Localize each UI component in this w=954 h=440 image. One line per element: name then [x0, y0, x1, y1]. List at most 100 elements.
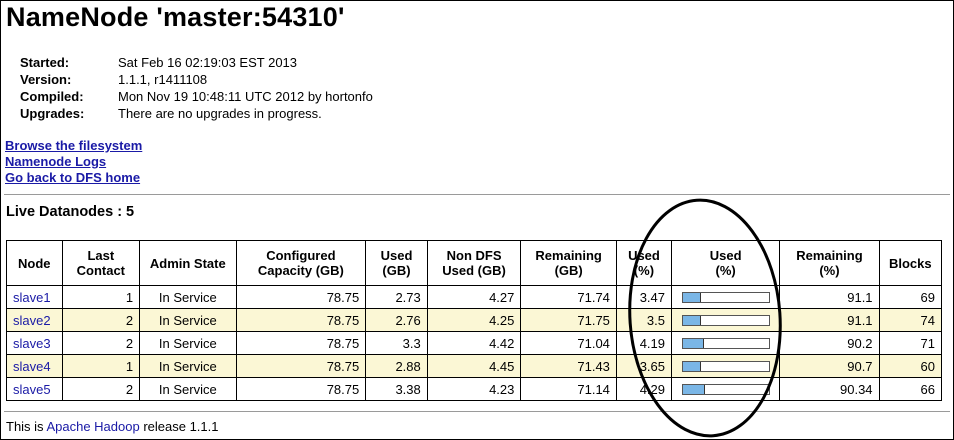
blocks-cell: 74: [878, 308, 943, 332]
browse-filesystem-link[interactable]: Browse the filesystem: [5, 138, 142, 154]
header-used-pct-bar: Used (%): [670, 240, 781, 286]
blocks-cell: 66: [878, 377, 943, 401]
header-admin-state: Admin State: [139, 240, 237, 286]
blocks-cell: 69: [878, 285, 943, 309]
remaining-pct-cell: 91.1: [779, 285, 880, 309]
used-pct-cell: 3.47: [615, 285, 673, 309]
capacity-cell: 78.75: [235, 377, 367, 401]
info-row-upgrades: Upgrades: There are no upgrades in progr…: [20, 105, 373, 122]
node-cell: slave1: [6, 285, 63, 309]
header-text: (%): [715, 263, 736, 278]
used-gb-cell: 3.3: [365, 331, 428, 355]
info-row-version: Version: 1.1.1, r1411108: [20, 71, 373, 88]
header-text: Last: [87, 248, 115, 263]
table-row: slave1 1 In Service 78.75 2.73 4.27 71.74 3.47 9…: [6, 285, 943, 309]
usage-bar: [681, 360, 770, 372]
header-remaining-pct: Remaining (%): [779, 240, 880, 286]
used-pct-bar-cell: [670, 377, 781, 401]
namenode-logs-link[interactable]: Namenode Logs: [5, 154, 142, 170]
header-text: Used: [628, 248, 660, 263]
used-pct-bar-cell: [670, 285, 781, 309]
remaining-gb-cell: 71.04: [520, 331, 617, 355]
usage-bar: [681, 383, 770, 395]
capacity-cell: 78.75: [235, 331, 367, 355]
remaining-gb-cell: 71.14: [520, 377, 617, 401]
usage-bar-fill: [682, 361, 702, 371]
live-datanodes-heading: Live Datanodes : 5: [6, 204, 135, 220]
node-cell: slave3: [6, 331, 63, 355]
capacity-cell: 78.75: [235, 285, 367, 309]
used-gb-cell: 3.38: [365, 377, 428, 401]
used-pct-bar-cell: [670, 354, 781, 378]
info-value: 1.1.1, r1411108: [118, 72, 208, 87]
non-dfs-cell: 4.42: [426, 331, 522, 355]
datanode-link[interactable]: slave1: [13, 290, 51, 305]
header-text: (%): [819, 263, 840, 278]
capacity-cell: 78.75: [235, 354, 367, 378]
last-contact-cell: 2: [61, 331, 141, 355]
last-contact-cell: 2: [61, 308, 141, 332]
divider: [4, 194, 950, 195]
header-used-pct: Used (%): [615, 240, 673, 286]
info-label: Compiled:: [20, 89, 84, 104]
used-pct-cell: 3.65: [615, 354, 673, 378]
usage-bar-fill: [682, 315, 701, 325]
info-value: There are no upgrades in progress.: [118, 106, 322, 121]
node-cell: slave5: [6, 377, 63, 401]
header-configured-capacity: Configured Capacity (GB): [235, 240, 367, 286]
header-last-contact: Last Contact: [61, 240, 141, 286]
used-pct-cell: 4.29: [615, 377, 673, 401]
non-dfs-cell: 4.45: [426, 354, 522, 378]
cluster-info: Started: Sat Feb 16 02:19:03 EST 2013 Ve…: [20, 54, 373, 122]
header-text: Remaining: [796, 248, 863, 263]
datanode-link[interactable]: slave2: [13, 313, 51, 328]
header-text: Configured: [266, 248, 336, 263]
usage-bar-fill: [682, 384, 705, 394]
divider: [4, 411, 950, 412]
table-body: slave1 1 In Service 78.75 2.73 4.27 71.74 3.47 9…: [6, 285, 943, 401]
last-contact-cell: 2: [61, 377, 141, 401]
admin-state-cell: In Service: [139, 377, 237, 401]
used-gb-cell: 2.73: [365, 285, 428, 309]
node-cell: slave2: [6, 308, 63, 332]
non-dfs-cell: 4.23: [426, 377, 522, 401]
remaining-gb-cell: 71.43: [520, 354, 617, 378]
footer-suffix: release 1.1.1: [139, 419, 219, 434]
datanode-link[interactable]: slave4: [13, 359, 51, 374]
admin-state-cell: In Service: [139, 308, 237, 332]
nav-links: Browse the filesystem Namenode Logs Go b…: [5, 138, 142, 186]
usage-bar: [681, 337, 770, 349]
admin-state-cell: In Service: [139, 285, 237, 309]
dfs-home-link[interactable]: Go back to DFS home: [5, 170, 142, 186]
remaining-pct-cell: 90.34: [779, 377, 880, 401]
used-pct-bar-cell: [670, 308, 781, 332]
non-dfs-cell: 4.25: [426, 308, 522, 332]
used-pct-bar-cell: [670, 331, 781, 355]
header-remaining-gb: Remaining (GB): [520, 240, 617, 286]
usage-bar-fill: [682, 338, 705, 348]
used-pct-cell: 3.5: [615, 308, 673, 332]
remaining-pct-cell: 90.2: [779, 331, 880, 355]
header-non-dfs-used: Non DFS Used (GB): [426, 240, 522, 286]
table-row: slave3 2 In Service 78.75 3.3 4.42 71.04 4.19 90…: [6, 331, 943, 355]
apache-hadoop-link[interactable]: Apache Hadoop: [46, 419, 139, 434]
info-row-started: Started: Sat Feb 16 02:19:03 EST 2013: [20, 54, 373, 71]
header-text: Node: [18, 255, 51, 271]
header-text: Remaining: [535, 248, 602, 263]
footer: This is Apache Hadoop release 1.1.1: [6, 419, 219, 434]
info-value: Mon Nov 19 10:48:11 UTC 2012 by hortonfo: [118, 89, 373, 104]
header-text: Used: [709, 248, 742, 263]
info-label: Started:: [20, 55, 70, 70]
blocks-cell: 60: [878, 354, 943, 378]
header-text: Used: [380, 248, 413, 263]
header-text: Blocks: [888, 255, 932, 271]
header-text: (%): [633, 263, 655, 278]
non-dfs-cell: 4.27: [426, 285, 522, 309]
admin-state-cell: In Service: [139, 354, 237, 378]
header-text: (GB): [382, 263, 411, 278]
datanode-link[interactable]: slave3: [13, 336, 51, 351]
last-contact-cell: 1: [61, 285, 141, 309]
datanode-link[interactable]: slave5: [13, 382, 51, 397]
header-text: Capacity (GB): [257, 263, 344, 278]
header-text: Used (GB): [442, 263, 506, 278]
